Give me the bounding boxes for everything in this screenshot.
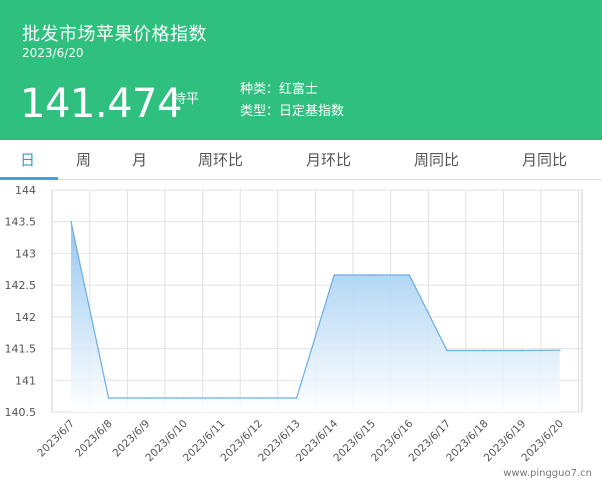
data-point: [446, 349, 448, 352]
x-tick-label: 2023/6/8: [73, 418, 115, 460]
tab-month-on-month[interactable]: 月环比: [306, 140, 351, 180]
data-point: [295, 397, 298, 399]
header-banner: 批发市场苹果价格指数 2023/6/20 141.474 持平 种类：红富士 类…: [0, 0, 602, 140]
data-point: [483, 349, 486, 352]
y-tick-label: 144: [15, 184, 36, 197]
data-point: [559, 349, 561, 352]
y-tick-label: 142.5: [5, 279, 37, 292]
data-point: [183, 397, 185, 399]
period-tabs: 日 周 月 周环比 月环比 周同比 月同比: [0, 140, 602, 180]
y-tick-label: 143: [15, 247, 36, 260]
data-point: [258, 397, 260, 399]
y-tick-label: 142: [15, 311, 36, 324]
data-point: [371, 274, 373, 276]
tab-week[interactable]: 周: [76, 140, 91, 180]
y-tick-label: 141: [15, 374, 36, 387]
y-tick-label: 141.5: [5, 343, 37, 356]
data-point: [408, 274, 411, 276]
price-index-chart: 140.5 141 141.5 142 142.5 143 143.5 144 2023/6/7…: [5, 184, 583, 464]
price-index-value: 141.474: [20, 81, 182, 127]
variety-label: 种类：红富士: [240, 82, 319, 97]
data-point: [107, 397, 110, 399]
data-point: [70, 220, 72, 223]
page-title: 批发市场苹果价格指数: [22, 24, 207, 45]
y-tick-label: 143.5: [5, 216, 37, 229]
data-point: [521, 349, 523, 352]
data-point: [333, 274, 336, 276]
price-date: 2023/6/20: [22, 46, 84, 60]
tab-week-on-week[interactable]: 周环比: [198, 140, 243, 180]
y-tick-label: 140.5: [5, 406, 37, 419]
x-tick-label: 2023/6/7: [35, 418, 77, 460]
tab-day[interactable]: 日: [20, 140, 35, 180]
site-watermark: www.pingguo7.cn: [503, 468, 592, 479]
tab-week-year-on-year[interactable]: 周同比: [414, 140, 459, 180]
data-point: [220, 397, 223, 399]
index-type-label: 类型：日定基指数: [240, 104, 345, 119]
tab-month[interactable]: 月: [132, 140, 147, 180]
trend-label: 持平: [173, 92, 200, 107]
data-point: [145, 397, 147, 399]
tab-month-year-on-year[interactable]: 月同比: [522, 140, 567, 180]
